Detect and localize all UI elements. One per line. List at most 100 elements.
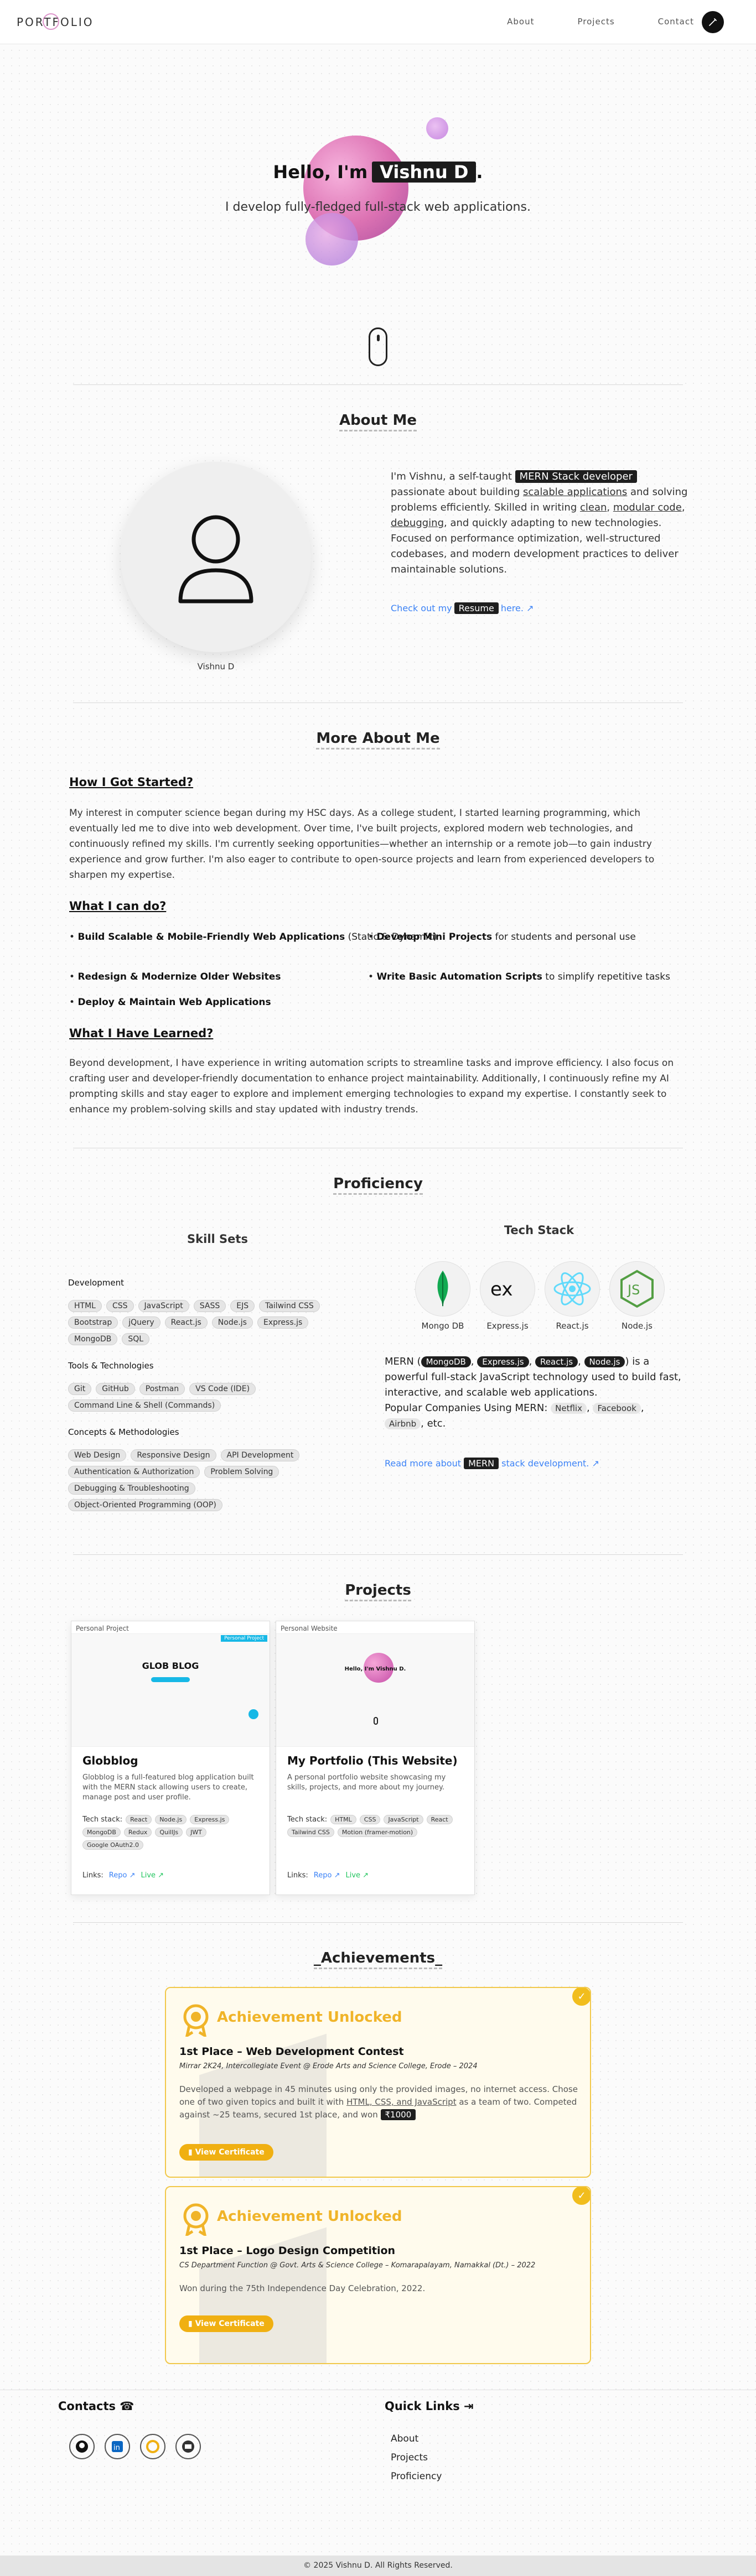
medal-icon bbox=[183, 2004, 209, 2037]
skill-pill: Bootstrap bbox=[68, 1316, 118, 1329]
tech-pill: JWT bbox=[186, 1828, 206, 1837]
skill-pill: Authentication & Authorization bbox=[68, 1466, 200, 1478]
hero-tagline: I develop fully-fledged full-stack web a… bbox=[225, 200, 531, 214]
achievements-title: _Achievements_ bbox=[0, 1950, 756, 1969]
skill-pill: SQL bbox=[122, 1333, 150, 1345]
group-heading: Tools & Technologies bbox=[68, 1361, 154, 1371]
top-navbar: PORTFOLIO About Projects Contact bbox=[0, 0, 756, 44]
skill-pill: EJS bbox=[230, 1300, 255, 1312]
resume-link[interactable]: Check out my Resume here. ↗ bbox=[391, 602, 534, 614]
skill-pill: VS Code (IDE) bbox=[189, 1383, 256, 1395]
svg-text:ex: ex bbox=[490, 1278, 512, 1300]
quick-links: About Projects Proficiency bbox=[391, 2429, 442, 2486]
skill-pill: SASS bbox=[193, 1300, 226, 1312]
list-item: • Redesign & Modernize Older Websites bbox=[69, 971, 281, 982]
tech-pill: Express.js bbox=[190, 1815, 230, 1824]
theme-toggle-button[interactable] bbox=[702, 11, 724, 33]
tech-pill: Tailwind CSS bbox=[287, 1828, 334, 1837]
quick-links-heading: Quick Links ⇥ bbox=[385, 2400, 474, 2413]
learned-heading: What I Have Learned? bbox=[69, 1027, 214, 1040]
github-icon[interactable] bbox=[69, 2434, 95, 2459]
skill-pill: Responsive Design bbox=[131, 1449, 216, 1461]
user-icon bbox=[178, 515, 253, 603]
project-card-portfolio[interactable]: Personal Website Hello, I'm Vishnu D. My… bbox=[276, 1621, 475, 1895]
skill-pill: Problem Solving bbox=[204, 1466, 279, 1478]
nav-link-about[interactable]: About bbox=[507, 17, 534, 27]
skill-pill: Object-Oriented Programming (OOP) bbox=[68, 1499, 222, 1511]
prize-chip: ₹1000 bbox=[380, 2109, 416, 2120]
repo-link[interactable]: Repo ↗ bbox=[314, 1871, 340, 1880]
skill-pill: jQuery bbox=[122, 1316, 160, 1329]
quick-link-proficiency[interactable]: Proficiency bbox=[391, 2467, 442, 2486]
skill-pills-tools: Git GitHub Postman VS Code (IDE) Command Lin… bbox=[68, 1383, 345, 1412]
react-icon bbox=[553, 1272, 591, 1305]
skill-pill: HTML bbox=[68, 1300, 102, 1312]
tech-pill: Redux bbox=[123, 1828, 152, 1837]
tech-mongodb: Mongo DB bbox=[415, 1261, 470, 1331]
repo-link[interactable]: Repo ↗ bbox=[109, 1871, 136, 1880]
skill-pill: MongoDB bbox=[68, 1333, 118, 1345]
skill-pill: Postman bbox=[139, 1383, 185, 1395]
section-divider bbox=[73, 384, 683, 385]
live-link[interactable]: Live ↗ bbox=[345, 1871, 369, 1880]
about-paragraph: I'm Vishnu, a self-taught MERN Stack dev… bbox=[391, 470, 688, 575]
skill-sets-title: Skill Sets bbox=[187, 1232, 248, 1246]
tech-express: ex Express.js bbox=[480, 1261, 535, 1331]
contact-icons: in bbox=[69, 2434, 201, 2459]
achievement-card: ✓ Achievement Unlocked 1st Place – Logo … bbox=[165, 2186, 591, 2364]
logo[interactable]: PORTFOLIO bbox=[17, 13, 94, 30]
section-divider bbox=[73, 1922, 683, 1923]
skill-pills-development: HTML CSS JavaScript SASS EJS Tailwind CSS Boot… bbox=[68, 1300, 345, 1345]
nav-links: About Projects Contact bbox=[507, 17, 694, 27]
mail-icon[interactable] bbox=[175, 2434, 201, 2459]
avatar-name: Vishnu D bbox=[197, 662, 235, 672]
svg-text:JS: JS bbox=[626, 1282, 640, 1298]
skill-pill: Tailwind CSS bbox=[259, 1300, 320, 1312]
view-certificate-button[interactable]: ▮ View Certificate bbox=[179, 2144, 273, 2161]
hero-title: Hello, I'm Vishnu D. bbox=[273, 162, 483, 183]
how-started-heading: How I Got Started? bbox=[69, 776, 194, 789]
tech-node: JS Node.js bbox=[609, 1261, 665, 1331]
nav-link-contact[interactable]: Contact bbox=[658, 17, 694, 27]
what-can-do-heading: What I can do? bbox=[69, 899, 167, 913]
hero-blob-medium bbox=[305, 213, 358, 266]
skill-pill: API Development bbox=[220, 1449, 300, 1461]
logo-ring-icon bbox=[43, 13, 59, 30]
quick-link-about[interactable]: About bbox=[391, 2429, 442, 2448]
view-certificate-button[interactable]: ▮ View Certificate bbox=[179, 2315, 273, 2332]
hashnode-icon[interactable] bbox=[140, 2434, 165, 2459]
skill-pill: JavaScript bbox=[138, 1300, 189, 1312]
more-about-title: More About Me bbox=[0, 730, 756, 750]
nav-link-projects[interactable]: Projects bbox=[578, 17, 615, 27]
copyright: © 2025 Vishnu D. All Rights Reserved. bbox=[0, 2556, 756, 2576]
project-tech-stack: Tech stack: React Node.js Express.js MongoDB… bbox=[82, 1815, 260, 1850]
avatar bbox=[121, 462, 311, 652]
company-facebook: Facebook bbox=[593, 1403, 641, 1414]
group-heading: Development bbox=[68, 1278, 124, 1288]
tech-react: React.js bbox=[545, 1261, 600, 1331]
mern-description: MERN (MongoDB, Express.js, React.js, Nod… bbox=[385, 1356, 681, 1429]
group-heading: Concepts & Methodologies bbox=[68, 1427, 179, 1437]
quick-link-projects[interactable]: Projects bbox=[391, 2448, 442, 2467]
skill-pill: Command Line & Shell (Commands) bbox=[68, 1399, 221, 1412]
skill-pill: Debugging & Troubleshooting bbox=[68, 1482, 195, 1495]
skill-pill: Node.js bbox=[211, 1316, 253, 1329]
scroll-mouse-icon[interactable] bbox=[369, 327, 387, 366]
moon-icon bbox=[709, 18, 717, 26]
express-icon: ex bbox=[490, 1278, 512, 1300]
check-icon: ✓ bbox=[572, 1988, 590, 2006]
tech-pill: React bbox=[426, 1815, 453, 1824]
contacts-heading: Contacts ☎ bbox=[58, 2400, 134, 2413]
achievement-card: ✓ Achievement Unlocked 1st Place – Web D… bbox=[165, 1987, 591, 2178]
project-links: Links: Repo ↗ Live ↗ bbox=[82, 1871, 164, 1880]
tech-pill: CSS bbox=[359, 1815, 381, 1824]
list-item: • Deploy & Maintain Web Applications bbox=[69, 997, 271, 1008]
learned-text: Beyond development, I have experience in… bbox=[69, 1058, 674, 1115]
live-link[interactable]: Live ↗ bbox=[141, 1871, 164, 1880]
company-netflix: Netflix bbox=[551, 1403, 587, 1414]
mern-read-more-link[interactable]: Read more about MERN stack development. … bbox=[385, 1458, 599, 1469]
about-title: About Me bbox=[0, 412, 756, 431]
linkedin-icon[interactable]: in bbox=[105, 2434, 130, 2459]
project-card-globblog[interactable]: Personal Project Personal Project GLOB B… bbox=[71, 1621, 270, 1895]
project-tech-stack: Tech stack: HTML CSS JavaScript React Tailwin… bbox=[287, 1815, 464, 1837]
